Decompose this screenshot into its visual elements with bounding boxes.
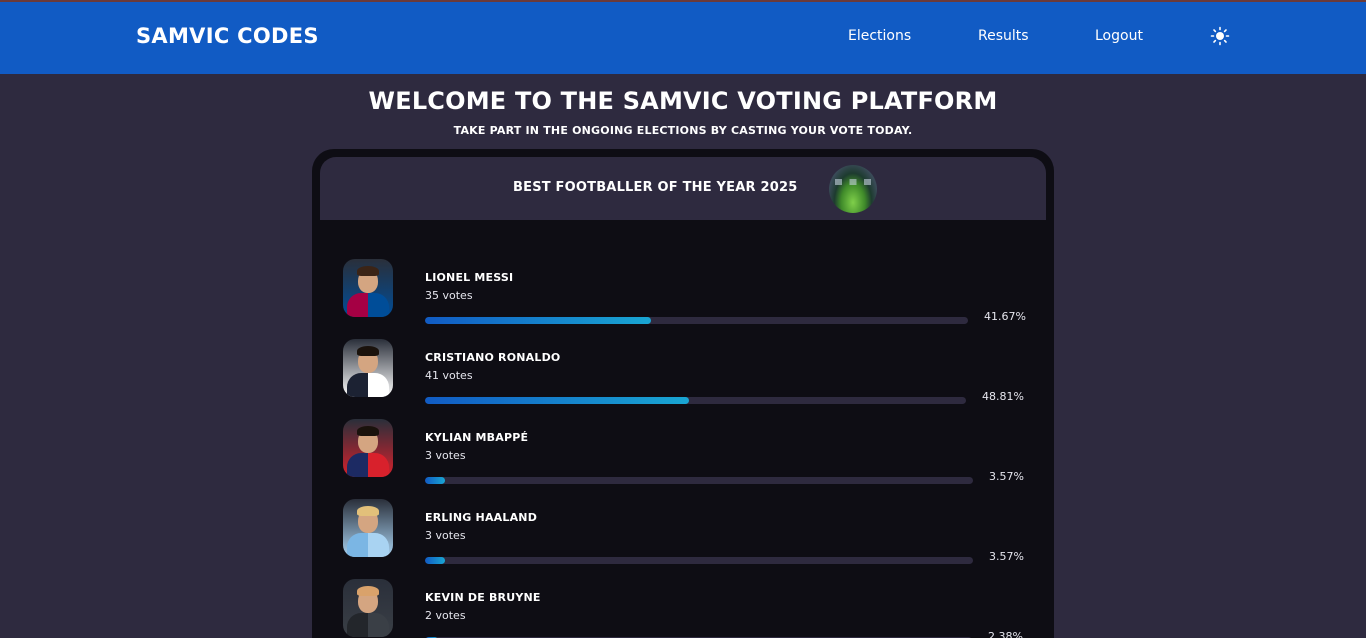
brand-logo[interactable]: SAMVIC CODES <box>136 24 319 48</box>
candidate-name: CRISTIANO RONALDO <box>425 351 561 364</box>
candidate-votes: 3 votes <box>425 529 466 542</box>
candidate-row: LIONEL MESSI 35 votes 41.67% <box>312 259 1054 339</box>
candidate-percent: 3.57% <box>989 470 1024 483</box>
candidate-row: KYLIAN MBAPPÉ 3 votes 3.57% <box>312 419 1054 499</box>
candidate-percent: 48.81% <box>982 390 1024 403</box>
election-title: BEST FOOTBALLER OF THE YEAR 2025 <box>513 180 798 195</box>
vote-progress-fill <box>425 477 445 484</box>
candidate-percent: 41.67% <box>984 310 1026 323</box>
candidate-votes: 41 votes <box>425 369 473 382</box>
vote-progress-bar <box>425 557 973 564</box>
vote-progress-bar <box>425 397 966 404</box>
candidate-avatar <box>343 339 393 397</box>
candidate-votes: 35 votes <box>425 289 473 302</box>
candidate-name: KYLIAN MBAPPÉ <box>425 431 529 444</box>
candidate-percent: 2.38% <box>988 630 1023 638</box>
candidate-avatar <box>343 259 393 317</box>
candidate-avatar <box>343 579 393 637</box>
candidate-avatar <box>343 499 393 557</box>
vote-progress-fill <box>425 317 652 324</box>
candidate-name: KEVIN DE BRUYNE <box>425 591 541 604</box>
nav-results-link[interactable]: Results <box>978 28 1029 44</box>
nav-elections-link[interactable]: Elections <box>848 28 911 44</box>
vote-progress-bar <box>425 477 973 484</box>
candidate-votes: 2 votes <box>425 609 466 622</box>
nav-logout-link[interactable]: Logout <box>1095 28 1143 44</box>
page-title: WELCOME TO THE SAMVIC VOTING PLATFORM <box>368 87 998 115</box>
vote-progress-fill <box>425 557 445 564</box>
election-header: BEST FOOTBALLER OF THE YEAR 2025 <box>320 157 1046 220</box>
candidate-percent: 3.57% <box>989 550 1024 563</box>
election-results-card: BEST FOOTBALLER OF THE YEAR 2025 LIONEL … <box>312 149 1054 638</box>
page-subtitle: TAKE PART IN THE ONGOING ELECTIONS BY CA… <box>453 124 913 137</box>
candidate-row: CRISTIANO RONALDO 41 votes 48.81% <box>312 339 1054 419</box>
election-thumbnail <box>829 165 877 213</box>
vote-progress-fill <box>425 397 690 404</box>
candidate-votes: 3 votes <box>425 449 466 462</box>
candidate-row: ERLING HAALAND 3 votes 3.57% <box>312 499 1054 579</box>
vote-progress-bar <box>425 317 968 324</box>
candidate-row: KEVIN DE BRUYNE 2 votes 2.38% <box>312 579 1054 638</box>
candidate-name: ERLING HAALAND <box>425 511 538 524</box>
navbar: SAMVIC CODES Elections Results Logout <box>0 2 1366 74</box>
candidate-name: LIONEL MESSI <box>425 271 514 284</box>
candidate-avatar <box>343 419 393 477</box>
sun-icon[interactable] <box>1210 26 1230 46</box>
